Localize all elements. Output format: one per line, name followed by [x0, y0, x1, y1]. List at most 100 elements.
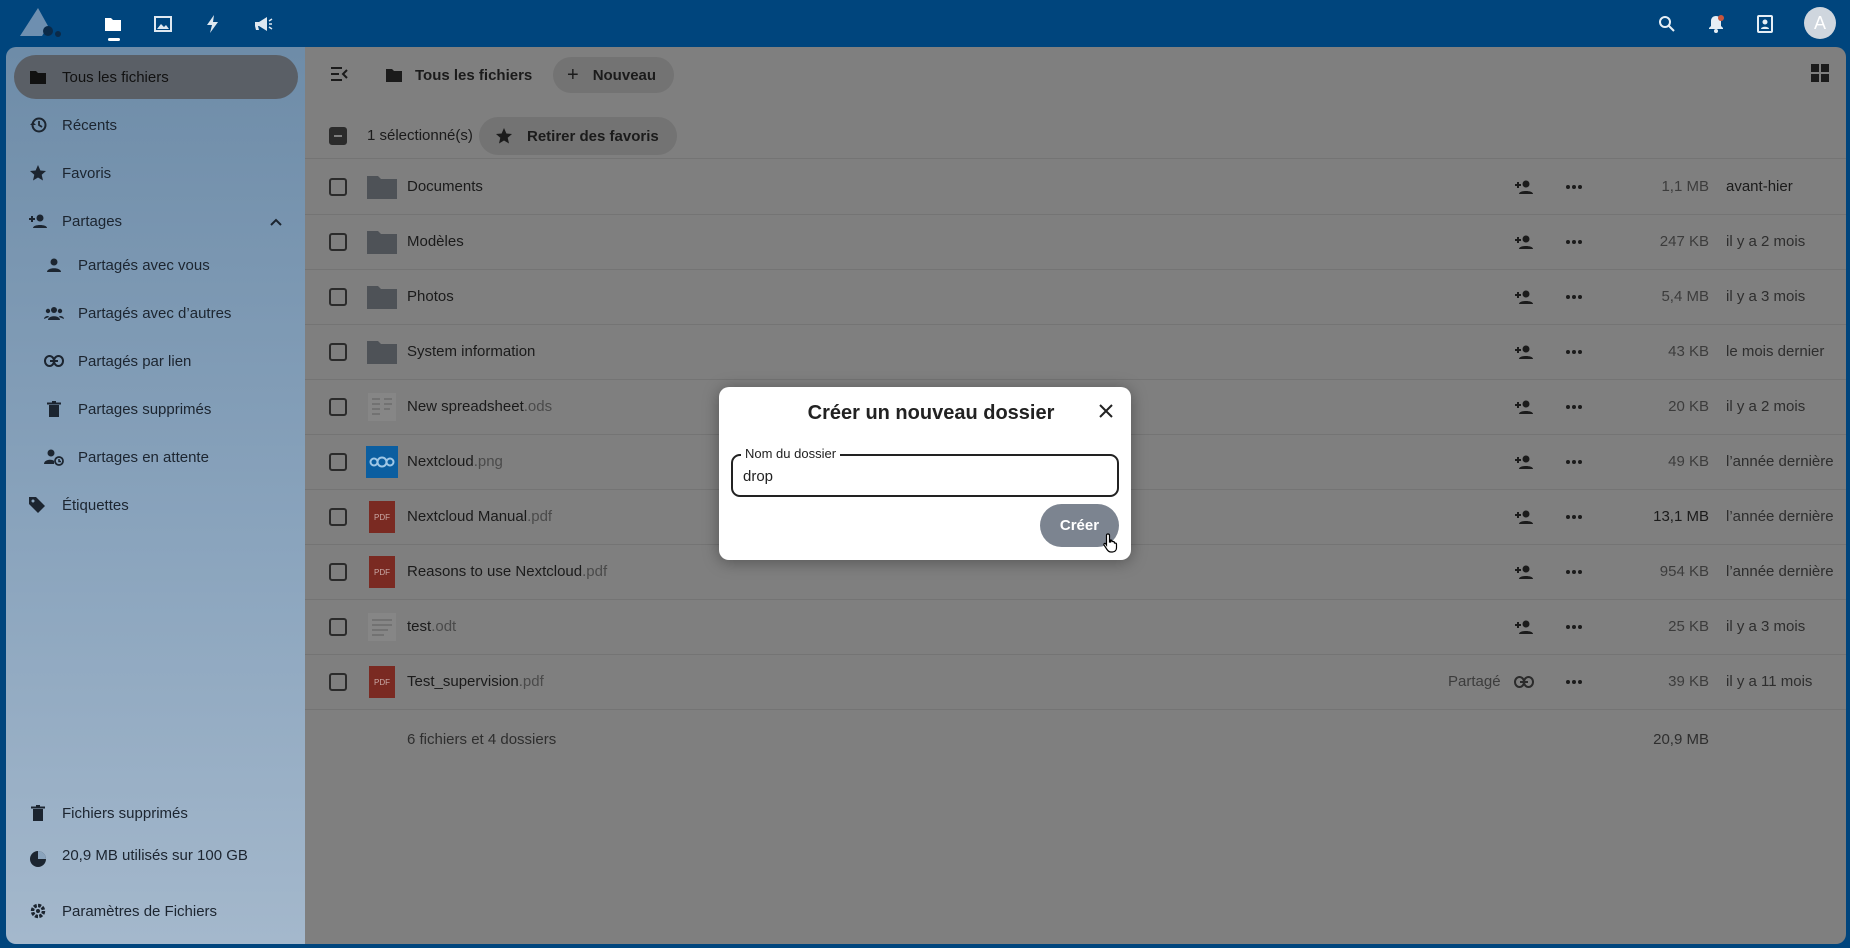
folder-name-field[interactable]: Nom du dossier — [731, 446, 1119, 497]
selection-bar: 1 sélectionné(s) Retirer des favoris — [305, 113, 1846, 159]
row-checkbox[interactable] — [329, 233, 347, 251]
sidebar-item-files-settings[interactable]: Paramètres de Fichiers — [14, 889, 298, 933]
group-icon — [44, 303, 64, 323]
more-actions-icon[interactable] — [1563, 671, 1585, 693]
search-icon[interactable] — [1653, 10, 1681, 38]
file-name[interactable]: Photos — [407, 288, 454, 305]
link-icon — [44, 351, 64, 371]
share-icon[interactable] — [1513, 176, 1535, 198]
nextcloud-logo[interactable] — [18, 4, 70, 40]
chevron-up-icon[interactable] — [270, 213, 282, 230]
share-icon[interactable] — [1513, 231, 1535, 253]
sidebar-item-favorites[interactable]: Favoris — [14, 151, 298, 195]
sidebar-item-shared-by-link[interactable]: Partagés par lien — [14, 339, 298, 383]
file-basename: New spreadsheet — [407, 398, 524, 415]
row-checkbox[interactable] — [329, 343, 347, 361]
share-icon[interactable] — [1513, 561, 1535, 583]
file-name[interactable]: Nextcloud Manual.pdf — [407, 508, 552, 525]
table-row[interactable]: PDF Test_supervision.pdf Partagé 39 KB il y … — [305, 655, 1846, 710]
quota-label: 20,9 MB utilisés sur 100 GB — [62, 846, 248, 864]
file-name[interactable]: Nextcloud.png — [407, 453, 503, 470]
new-folder-dialog: Créer un nouveau dossier Nom du dossier … — [719, 387, 1131, 560]
file-name[interactable]: System information — [407, 343, 535, 360]
tag-icon — [28, 495, 48, 515]
row-checkbox[interactable] — [329, 618, 347, 636]
more-actions-icon[interactable] — [1563, 286, 1585, 308]
file-modified-date: l’année dernière — [1726, 453, 1834, 470]
contacts-icon[interactable] — [1751, 10, 1779, 38]
sidebar-item-recent[interactable]: Récents — [14, 103, 298, 147]
file-name[interactable]: Test_supervision.pdf — [407, 673, 544, 690]
remove-from-favorites-button[interactable]: Retirer des favoris — [479, 117, 677, 155]
svg-text:PDF: PDF — [374, 568, 390, 577]
file-extension: .pdf — [518, 673, 544, 690]
close-icon[interactable] — [1097, 402, 1115, 420]
file-name[interactable]: Modèles — [407, 233, 464, 250]
row-checkbox[interactable] — [329, 673, 347, 691]
share-icon[interactable] — [1513, 451, 1535, 473]
table-row[interactable]: Photos 5,4 MB il y a 3 mois — [305, 270, 1846, 325]
row-checkbox[interactable] — [329, 398, 347, 416]
table-row[interactable]: Documents 1,1 MB avant-hier — [305, 160, 1846, 215]
folder-name-input[interactable] — [743, 468, 1103, 485]
file-name[interactable]: test.odt — [407, 618, 456, 635]
more-actions-icon[interactable] — [1563, 341, 1585, 363]
sidebar-item-label: Favoris — [62, 164, 112, 182]
table-row[interactable]: System information 43 KB le mois dernier — [305, 325, 1846, 380]
more-actions-icon[interactable] — [1563, 176, 1585, 198]
sidebar-item-pending-shares[interactable]: Partages en attente — [14, 435, 298, 479]
pie-chart-icon — [28, 849, 48, 869]
row-checkbox[interactable] — [329, 178, 347, 196]
new-button[interactable]: + Nouveau — [553, 57, 675, 93]
announcements-icon[interactable] — [249, 10, 277, 38]
row-checkbox[interactable] — [329, 453, 347, 471]
activity-icon[interactable] — [199, 10, 227, 38]
sidebar-item-deleted-shares[interactable]: Partages supprimés — [14, 387, 298, 431]
sidebar-item-shares[interactable]: Partages — [14, 199, 298, 243]
share-icon[interactable] — [1513, 506, 1535, 528]
share-icon[interactable] — [1513, 341, 1535, 363]
sidebar-item-all-files[interactable]: Tous les fichiers — [14, 55, 298, 99]
more-actions-icon[interactable] — [1563, 396, 1585, 418]
link-icon[interactable] — [1513, 671, 1535, 693]
storage-quota[interactable]: 20,9 MB utilisés sur 100 GB — [14, 837, 298, 881]
more-actions-icon[interactable] — [1563, 616, 1585, 638]
photos-icon[interactable] — [149, 10, 177, 38]
sidebar-item-shared-with-others[interactable]: Partagés avec d’autres — [14, 291, 298, 335]
select-all-checkbox[interactable] — [329, 127, 347, 145]
grid-view-icon[interactable] — [1810, 63, 1832, 85]
share-icon[interactable] — [1513, 396, 1535, 418]
table-row[interactable]: Modèles 247 KB il y a 2 mois — [305, 215, 1846, 270]
row-checkbox[interactable] — [329, 288, 347, 306]
file-name[interactable]: Documents — [407, 178, 483, 195]
share-icon[interactable] — [1513, 286, 1535, 308]
notifications-icon[interactable] — [1702, 10, 1730, 38]
avatar[interactable]: A — [1804, 7, 1836, 39]
pdf-file-icon: PDF — [365, 500, 399, 534]
more-actions-icon[interactable] — [1563, 561, 1585, 583]
share-icon[interactable] — [1513, 616, 1535, 638]
file-name[interactable]: Reasons to use Nextcloud.pdf — [407, 563, 607, 580]
table-row[interactable]: test.odt 25 KB il y a 3 mois — [305, 600, 1846, 655]
file-extension: .pdf — [527, 508, 553, 525]
breadcrumb[interactable]: Tous les fichiers — [385, 57, 532, 93]
file-basename: Documents — [407, 178, 483, 195]
row-checkbox[interactable] — [329, 563, 347, 581]
svg-text:PDF: PDF — [374, 513, 390, 522]
sidebar-item-shared-with-you[interactable]: Partagés avec vous — [14, 243, 298, 287]
more-actions-icon[interactable] — [1563, 231, 1585, 253]
more-actions-icon[interactable] — [1563, 451, 1585, 473]
top-header: A — [0, 0, 1850, 47]
sidebar-item-tags[interactable]: Étiquettes — [14, 483, 298, 527]
row-checkbox[interactable] — [329, 508, 347, 526]
sidebar-item-deleted-files[interactable]: Fichiers supprimés — [14, 791, 298, 835]
shared-label[interactable]: Partagé — [1448, 673, 1501, 690]
selected-count: 1 sélectionné(s) — [367, 127, 473, 144]
files-icon[interactable] — [99, 10, 127, 41]
file-size: 39 KB — [1668, 673, 1709, 690]
file-name[interactable]: New spreadsheet.ods — [407, 398, 552, 415]
more-actions-icon[interactable] — [1563, 506, 1585, 528]
sidebar-item-label: Partagés par lien — [78, 352, 192, 370]
breadcrumb-label: Tous les fichiers — [415, 66, 533, 84]
toggle-navigation-icon[interactable] — [327, 62, 351, 86]
